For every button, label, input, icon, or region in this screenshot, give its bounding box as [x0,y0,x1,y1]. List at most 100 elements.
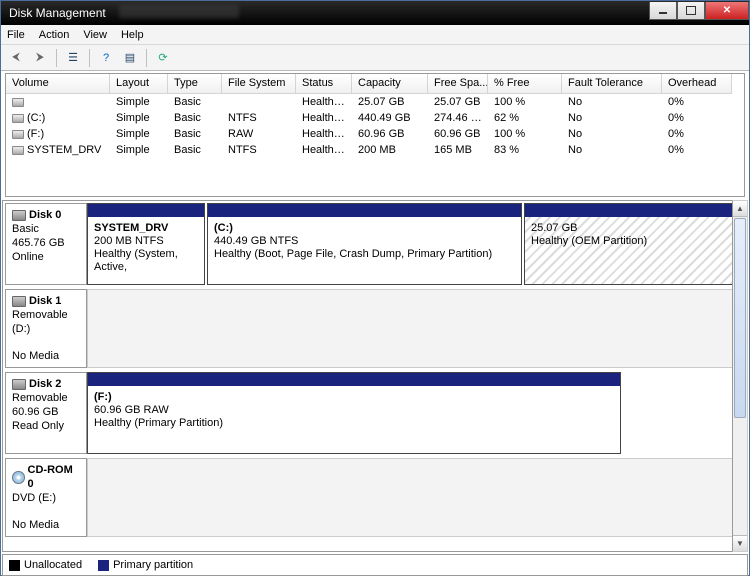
cell-overhead: 0% [662,111,732,125]
drive-icon [12,146,24,155]
disk0-title: Disk 0 [29,208,61,222]
cell-pctfree: 100 % [488,95,562,109]
volume-list: Volume Layout Type File System Status Ca… [5,73,745,197]
col-free[interactable]: Free Spa... [428,74,488,94]
col-layout[interactable]: Layout [110,74,168,94]
window-buttons [649,1,749,25]
minimize-button[interactable] [649,2,677,20]
disk2-size: 60.96 GB [12,405,80,419]
cell-overhead: 0% [662,95,732,109]
drive-icon [12,130,24,139]
menu-action[interactable]: Action [39,29,70,41]
cell-free: 60.96 GB [428,127,488,141]
back-button[interactable]: ⮜ [5,47,27,69]
cdrom-icon [12,471,25,484]
cell-name: SYSTEM_DRV [6,143,110,157]
scroll-up-arrow[interactable]: ▲ [733,201,747,217]
col-volume[interactable]: Volume [6,74,110,94]
title-bar: Disk Management [1,1,749,25]
cell-fs: NTFS [222,143,296,157]
cell-status: Healthy (P... [296,127,352,141]
disk-row-cdrom[interactable]: CD-ROM 0 DVD (E:) No Media [5,458,742,537]
window-title: Disk Management [9,6,106,20]
menu-view[interactable]: View [83,29,107,41]
legend: Unallocated Primary partition [2,554,748,576]
col-pctfree[interactable]: % Free [488,74,562,94]
disk-map: Disk 0 Basic 465.76 GB Online SYSTEM_DRV… [2,200,744,552]
drive-icon [12,114,24,123]
properties-button[interactable]: ▤ [119,47,141,69]
close-button[interactable] [705,2,749,20]
cell-fs [222,101,296,103]
cell-overhead: 0% [662,143,732,157]
volume-row[interactable]: SimpleBasicHealthy (...25.07 GB25.07 GB1… [6,94,744,110]
cell-layout: Simple [110,127,168,141]
cell-fault: No [562,95,662,109]
disk-icon [12,210,26,221]
legend-primary: Primary partition [98,559,193,571]
swatch-primary [98,560,109,571]
partition-oem[interactable]: 25.07 GB Healthy (OEM Partition) [524,203,742,285]
disk-row-2[interactable]: Disk 2 Removable 60.96 GB Read Only (F:)… [5,372,742,454]
disk1-title: Disk 1 [29,294,61,308]
cell-capacity: 200 MB [352,143,428,157]
cell-fs: NTFS [222,111,296,125]
cell-type: Basic [168,127,222,141]
disk0-label: Disk 0 Basic 465.76 GB Online [5,203,87,285]
toggle-list-button[interactable]: ☰ [62,47,84,69]
partition-system-drv[interactable]: SYSTEM_DRV 200 MB NTFS Healthy (System, … [87,203,205,285]
disk-row-0[interactable]: Disk 0 Basic 465.76 GB Online SYSTEM_DRV… [5,203,742,285]
cell-fault: No [562,127,662,141]
disk-row-1[interactable]: Disk 1 Removable (D:) No Media [5,289,742,368]
cell-name: (C:) [6,111,110,125]
cdrom-title: CD-ROM 0 [28,463,80,491]
disk2-type: Removable [12,391,80,405]
forward-button[interactable]: ⮞ [29,47,51,69]
cell-free: 274.46 GB [428,111,488,125]
col-overhead[interactable]: Overhead [662,74,732,94]
help-button[interactable]: ? [95,47,117,69]
cell-pctfree: 62 % [488,111,562,125]
cell-type: Basic [168,143,222,157]
cell-layout: Simple [110,95,168,109]
cell-overhead: 0% [662,127,732,141]
cell-fault: No [562,143,662,157]
cell-name: (F:) [6,127,110,141]
disk-icon [12,296,26,307]
menu-bar: File Action View Help [1,25,749,45]
maximize-button[interactable] [677,2,705,20]
cell-pctfree: 83 % [488,143,562,157]
cell-status: Healthy (... [296,95,352,109]
drive-icon [12,98,24,107]
cell-free: 165 MB [428,143,488,157]
volume-row[interactable]: (C:)SimpleBasicNTFSHealthy (B...440.49 G… [6,110,744,126]
col-filesystem[interactable]: File System [222,74,296,94]
cdrom-empty [87,458,742,537]
cell-fault: No [562,111,662,125]
disk1-nomedia: No Media [12,349,80,363]
toolbar: ⮜ ⮞ ☰ ? ▤ ⟳ [1,45,749,71]
disk1-label: Disk 1 Removable (D:) No Media [5,289,87,368]
col-fault[interactable]: Fault Tolerance [562,74,662,94]
cell-type: Basic [168,95,222,109]
volume-row[interactable]: SYSTEM_DRVSimpleBasicNTFSHealthy (S...20… [6,142,744,158]
menu-help[interactable]: Help [121,29,144,41]
title-blur [119,4,239,18]
cell-name [6,97,110,108]
disk2-title: Disk 2 [29,377,61,391]
partition-f[interactable]: (F:) 60.96 GB RAW Healthy (Primary Parti… [87,372,621,454]
col-type[interactable]: Type [168,74,222,94]
scroll-thumb[interactable] [734,218,746,418]
refresh-button[interactable]: ⟳ [152,47,174,69]
scroll-down-arrow[interactable]: ▼ [733,535,747,551]
menu-file[interactable]: File [7,29,25,41]
volume-row[interactable]: (F:)SimpleBasicRAWHealthy (P...60.96 GB6… [6,126,744,142]
swatch-unallocated [9,560,20,571]
cell-capacity: 25.07 GB [352,95,428,109]
partition-c[interactable]: (C:) 440.49 GB NTFS Healthy (Boot, Page … [207,203,522,285]
cell-layout: Simple [110,111,168,125]
cell-fs: RAW [222,127,296,141]
col-status[interactable]: Status [296,74,352,94]
col-capacity[interactable]: Capacity [352,74,428,94]
vertical-scrollbar[interactable]: ▲ ▼ [732,200,748,552]
